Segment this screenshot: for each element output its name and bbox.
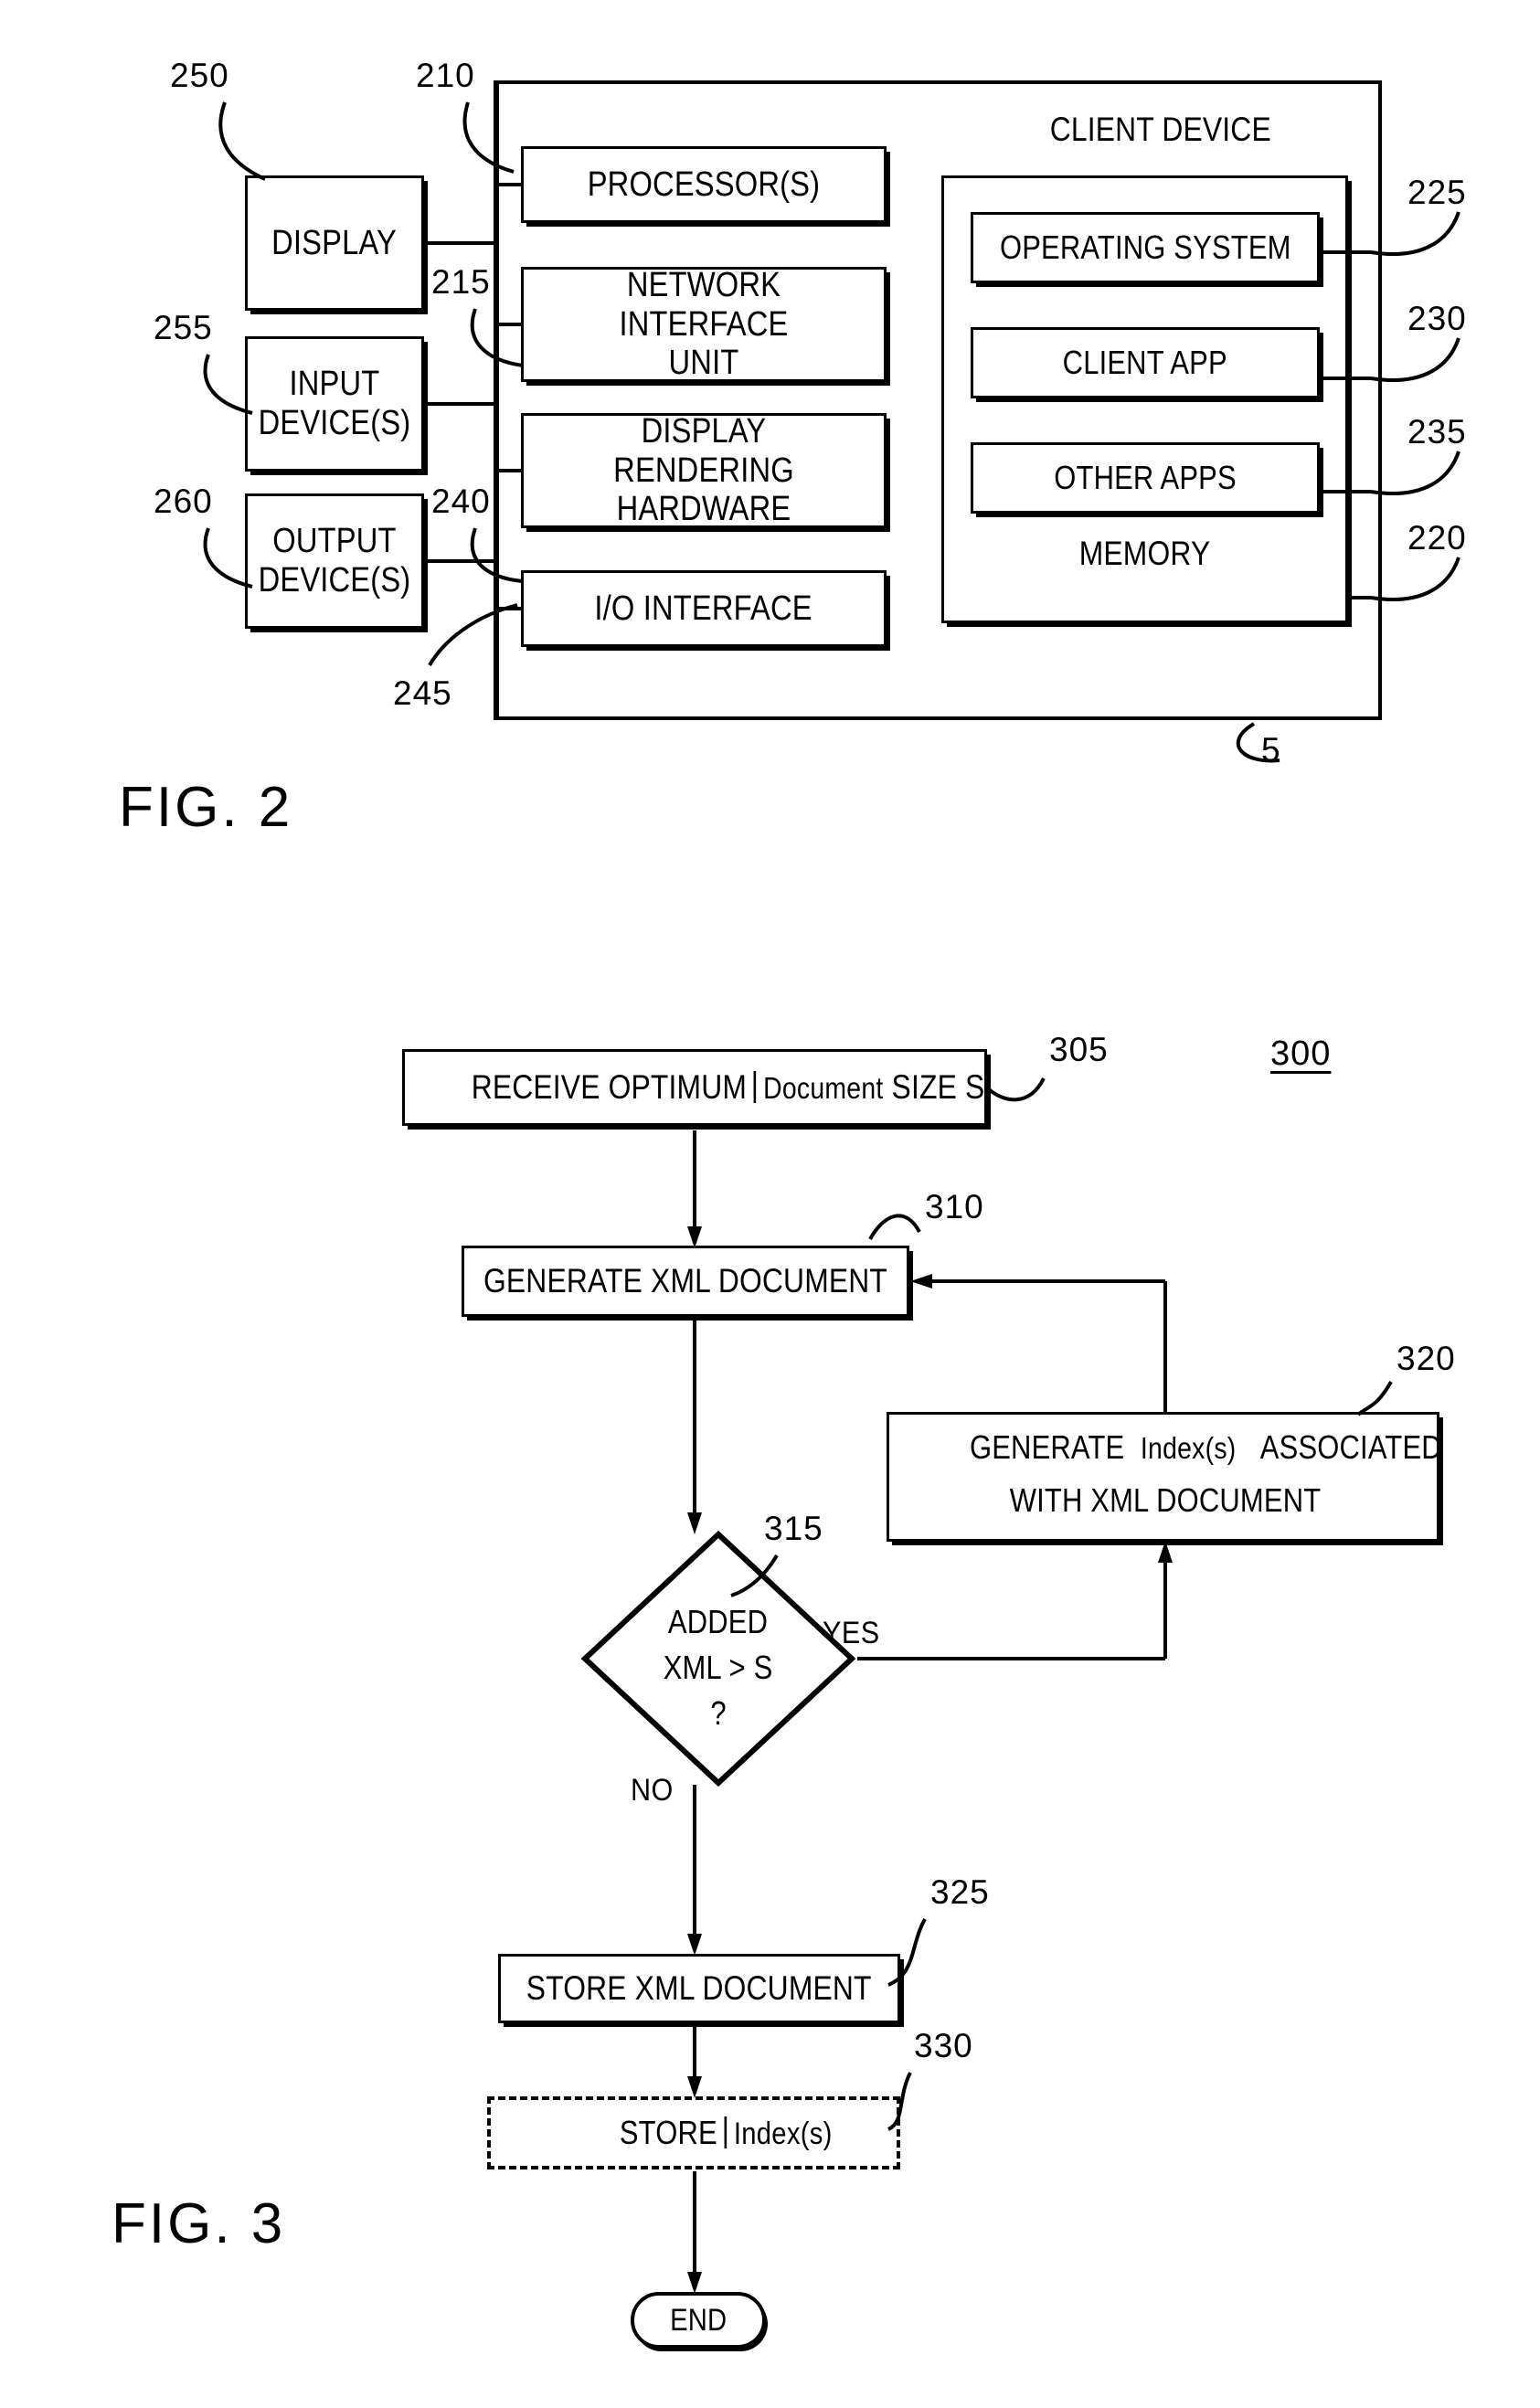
ref-300: 300	[1270, 1034, 1332, 1073]
step-315-decision: ADDED XML > S ?	[580, 1530, 856, 1787]
ref-310: 310	[925, 1188, 984, 1225]
ref-240: 240	[431, 483, 491, 520]
step-330-part2: Index(s)	[733, 2116, 833, 2151]
ref-305: 305	[1049, 1031, 1109, 1068]
step-305-part1: RECEIVE OPTIMUM	[471, 1068, 747, 1107]
step-310-box: GENERATE XML DOCUMENT	[462, 1246, 909, 1317]
step-315-line3: ?	[710, 1694, 727, 1732]
ref-215: 215	[431, 263, 491, 301]
step-305-part2: Document	[762, 1071, 884, 1106]
step-330-box: STORE Index(s)	[487, 2096, 900, 2169]
display-box: DISPLAY	[245, 175, 424, 311]
memory-label: MEMORY	[1079, 535, 1211, 572]
io-interface-box: I/O INTERFACE	[521, 570, 887, 647]
step-320-part1: GENERATE	[969, 1427, 1125, 1466]
ref-250: 250	[170, 57, 229, 94]
step-315-line2: XML > S	[664, 1649, 773, 1686]
network-interface-unit-box: NETWORK INTERFACE UNIT	[521, 266, 887, 382]
end-terminal: END	[631, 2292, 766, 2349]
step-330-divider	[724, 2116, 728, 2148]
ref-315: 315	[764, 1510, 823, 1547]
ref-5: 5	[1261, 731, 1281, 769]
step-325-box: STORE XML DOCUMENT	[498, 1954, 900, 2023]
step-305-divider	[753, 1070, 756, 1104]
client-app-box: CLIENT APP	[971, 327, 1320, 398]
ref-255: 255	[154, 309, 213, 346]
figure-3-label: FIG. 3	[112, 2192, 286, 2255]
ref-330: 330	[914, 2027, 973, 2064]
ref-320: 320	[1397, 1340, 1456, 1377]
branch-label-no: NO	[631, 1773, 674, 1808]
other-apps-box: OTHER APPS	[971, 442, 1320, 514]
ref-325: 325	[930, 1873, 990, 1911]
ref-245: 245	[393, 674, 452, 712]
step-330-part1: STORE	[619, 2114, 717, 2151]
display-rendering-hardware-box: DISPLAY RENDERING HARDWARE	[521, 412, 887, 528]
step-320-box: GENERATE Index(s) ASSOCIATED WITH XML DO…	[887, 1412, 1442, 1542]
figure-2-label: FIG. 2	[119, 776, 293, 839]
patent-figure-sheet: CLIENT DEVICE DISPLAY INPUT DEVICE(S) OU…	[0, 0, 1540, 2408]
ref-235: 235	[1407, 413, 1467, 451]
ref-230: 230	[1407, 300, 1467, 337]
ref-220: 220	[1407, 519, 1467, 557]
output-devices-box: OUTPUT DEVICE(S)	[245, 493, 424, 629]
ref-210: 210	[416, 57, 475, 94]
step-320-part3: ASSOCIATED	[1259, 1427, 1442, 1466]
branch-label-yes: YES	[823, 1616, 880, 1650]
step-320-part2: Index(s)	[1140, 1430, 1237, 1465]
input-devices-box: INPUT DEVICE(S)	[245, 336, 424, 472]
client-device-title: CLIENT DEVICE	[1049, 111, 1272, 148]
step-315-line1: ADDED	[668, 1603, 769, 1640]
step-320-line2: WITH XML DOCUMENT	[1010, 1480, 1322, 1519]
step-305-part3: SIZE S	[891, 1068, 984, 1107]
ref-260: 260	[154, 483, 213, 520]
step-305-box: RECEIVE OPTIMUM Document SIZE S	[402, 1049, 987, 1126]
operating-system-box: OPERATING SYSTEM	[971, 212, 1320, 283]
processor-box: PROCESSOR(S)	[521, 146, 887, 223]
step-320-line1: GENERATE Index(s) ASSOCIATED	[889, 1422, 1442, 1473]
ref-225: 225	[1407, 174, 1467, 211]
